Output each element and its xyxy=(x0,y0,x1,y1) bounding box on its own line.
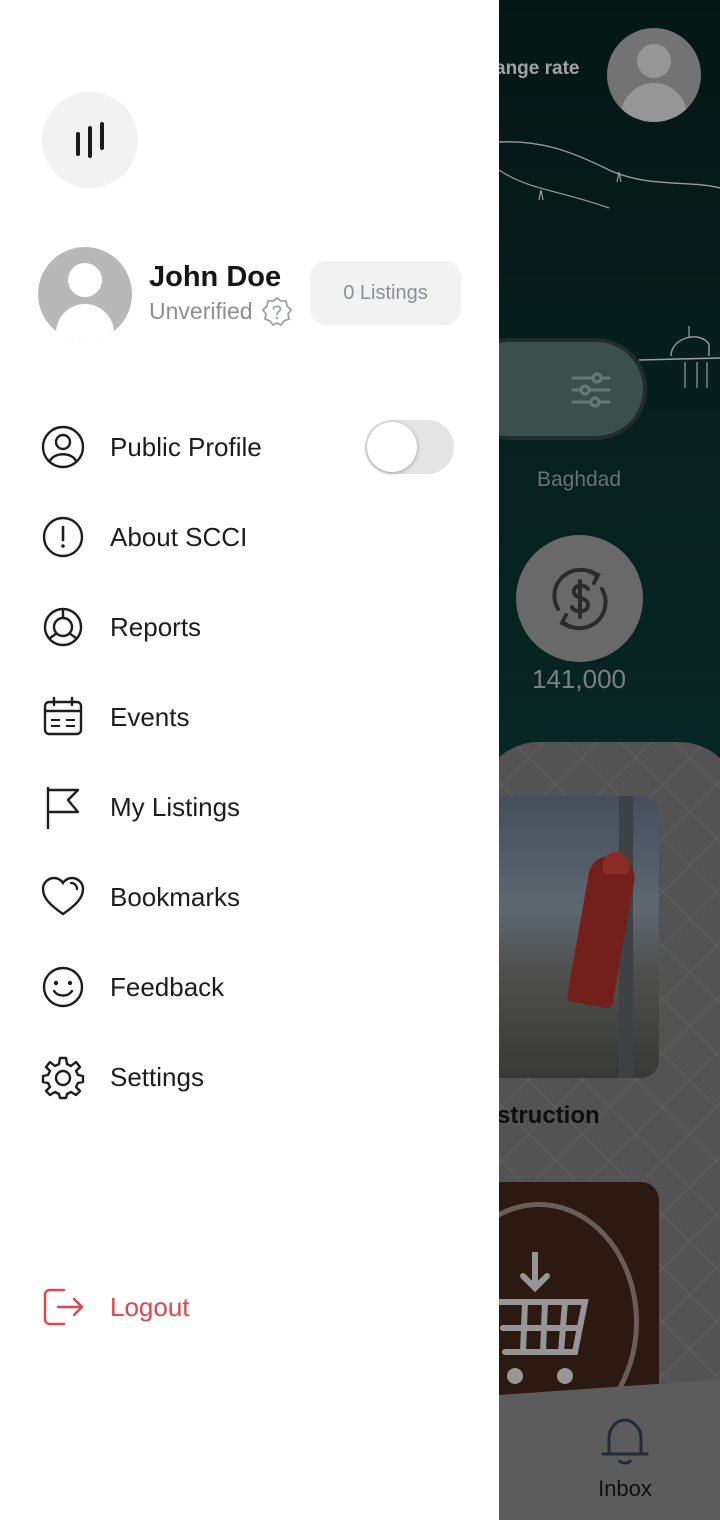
menu-item-feedback[interactable]: Feedback xyxy=(40,956,460,1016)
logout-label: Logout xyxy=(110,1292,190,1322)
menu-item-events[interactable]: Events xyxy=(40,686,460,746)
user-name: John Doe xyxy=(149,261,282,293)
listings-count-button[interactable]: 0 Listings xyxy=(310,261,461,325)
smiley-icon xyxy=(42,966,84,1008)
menu-item-label: Public Profile xyxy=(110,432,262,462)
help-badge-icon[interactable] xyxy=(261,296,293,328)
navigation-drawer: John Doe Unverified 0 Listings Public Pr… xyxy=(0,0,499,1520)
heart-icon xyxy=(41,876,85,916)
menu-item-label: About SCCI xyxy=(110,522,248,552)
menu-item-my-listings[interactable]: My Listings xyxy=(40,776,460,836)
verification-status: Unverified xyxy=(149,298,253,324)
menu-toggle-button[interactable] xyxy=(42,92,138,188)
menu-item-label: Reports xyxy=(110,612,202,642)
menu-item-label: Feedback xyxy=(110,972,225,1002)
menu-item-about[interactable]: About SCCI xyxy=(40,506,460,566)
gear-icon xyxy=(41,1056,85,1100)
logout-icon xyxy=(43,1288,84,1326)
info-circle-icon xyxy=(42,516,84,558)
menu-bars-icon xyxy=(76,122,104,158)
logout-button[interactable]: Logout xyxy=(40,1276,460,1336)
menu-item-label: My Listings xyxy=(110,792,241,822)
menu-item-label: Settings xyxy=(110,1062,204,1092)
menu-item-label: Bookmarks xyxy=(110,882,241,912)
flag-icon xyxy=(46,786,80,830)
user-circle-icon xyxy=(41,425,85,469)
menu-item-settings[interactable]: Settings xyxy=(40,1046,460,1106)
drawer-scrim[interactable] xyxy=(499,0,720,1520)
user-avatar[interactable] xyxy=(38,247,132,341)
calendar-icon xyxy=(43,696,83,736)
menu-item-label: Events xyxy=(110,702,190,732)
public-profile-toggle[interactable] xyxy=(365,420,454,474)
toggle-knob xyxy=(367,422,417,472)
menu-item-bookmarks[interactable]: Bookmarks xyxy=(40,866,460,926)
reports-icon xyxy=(43,607,83,647)
menu-item-reports[interactable]: Reports xyxy=(40,596,460,656)
